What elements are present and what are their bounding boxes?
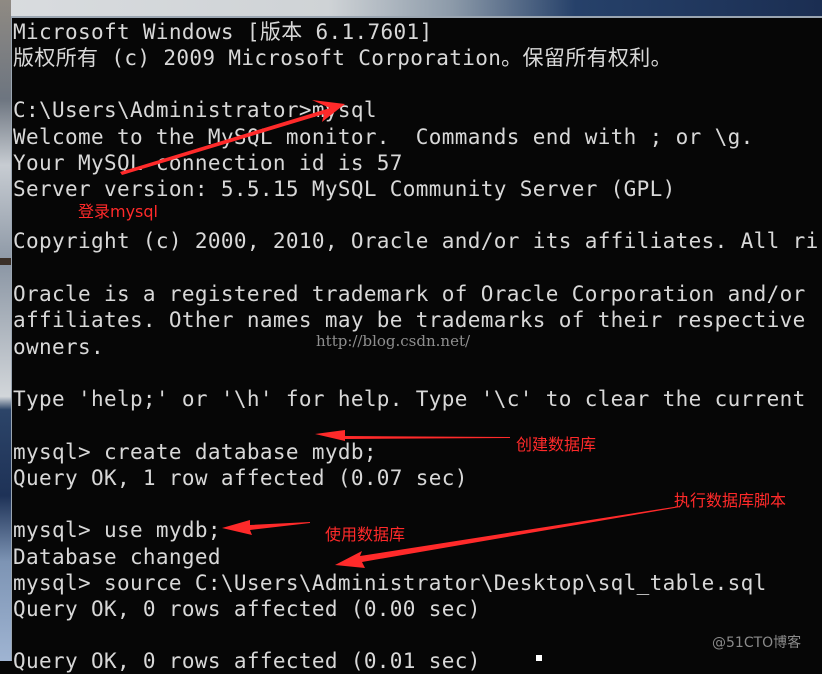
text-cursor — [536, 655, 542, 661]
annotation-create-database: 创建数据库 — [516, 435, 597, 454]
desktop-background-strip — [0, 0, 822, 16]
console-line: mysql> use mydb; — [13, 518, 221, 542]
console-line: Copyright (c) 2000, 2010, Oracle and/or … — [13, 229, 819, 253]
console-line: Query OK, 0 rows affected (0.01 sec) — [13, 649, 481, 673]
console-line: Database changed — [13, 545, 221, 569]
console-line: Microsoft Windows [版本 6.1.7601] — [13, 20, 433, 44]
console-line: 版权所有 (c) 2009 Microsoft Corporation。保留所有… — [13, 46, 672, 70]
annotation-use-database: 使用数据库 — [325, 525, 406, 544]
console-line: C:\Users\Administrator>mysql — [13, 98, 377, 122]
watermark-url: http://blog.csdn.net/ — [316, 332, 471, 350]
console-line: Query OK, 0 rows affected (0.00 sec) — [13, 597, 481, 621]
console-line: Oracle is a registered trademark of Orac… — [13, 282, 806, 306]
console-line: Query OK, 1 row affected (0.07 sec) — [13, 466, 468, 490]
console-line: affiliates. Other names may be trademark… — [13, 308, 806, 332]
console-line: Your MySQL connection id is 57 — [13, 151, 403, 175]
console-line: Type 'help;' or '\h' for help. Type '\c'… — [13, 387, 806, 411]
annotation-login-mysql: 登录mysql — [78, 202, 158, 221]
console-line: owners. — [13, 335, 104, 359]
watermark-brand: @51CTO博客 — [712, 635, 802, 651]
console-line: Welcome to the MySQL monitor. Commands e… — [13, 125, 754, 149]
console-line: mysql> source C:\Users\Administrator\Des… — [13, 571, 767, 595]
window-frame-notch — [0, 258, 11, 265]
annotation-run-script: 执行数据库脚本 — [674, 491, 787, 510]
console-line: mysql> create database mydb; — [13, 440, 377, 464]
window-frame-left — [0, 0, 11, 661]
